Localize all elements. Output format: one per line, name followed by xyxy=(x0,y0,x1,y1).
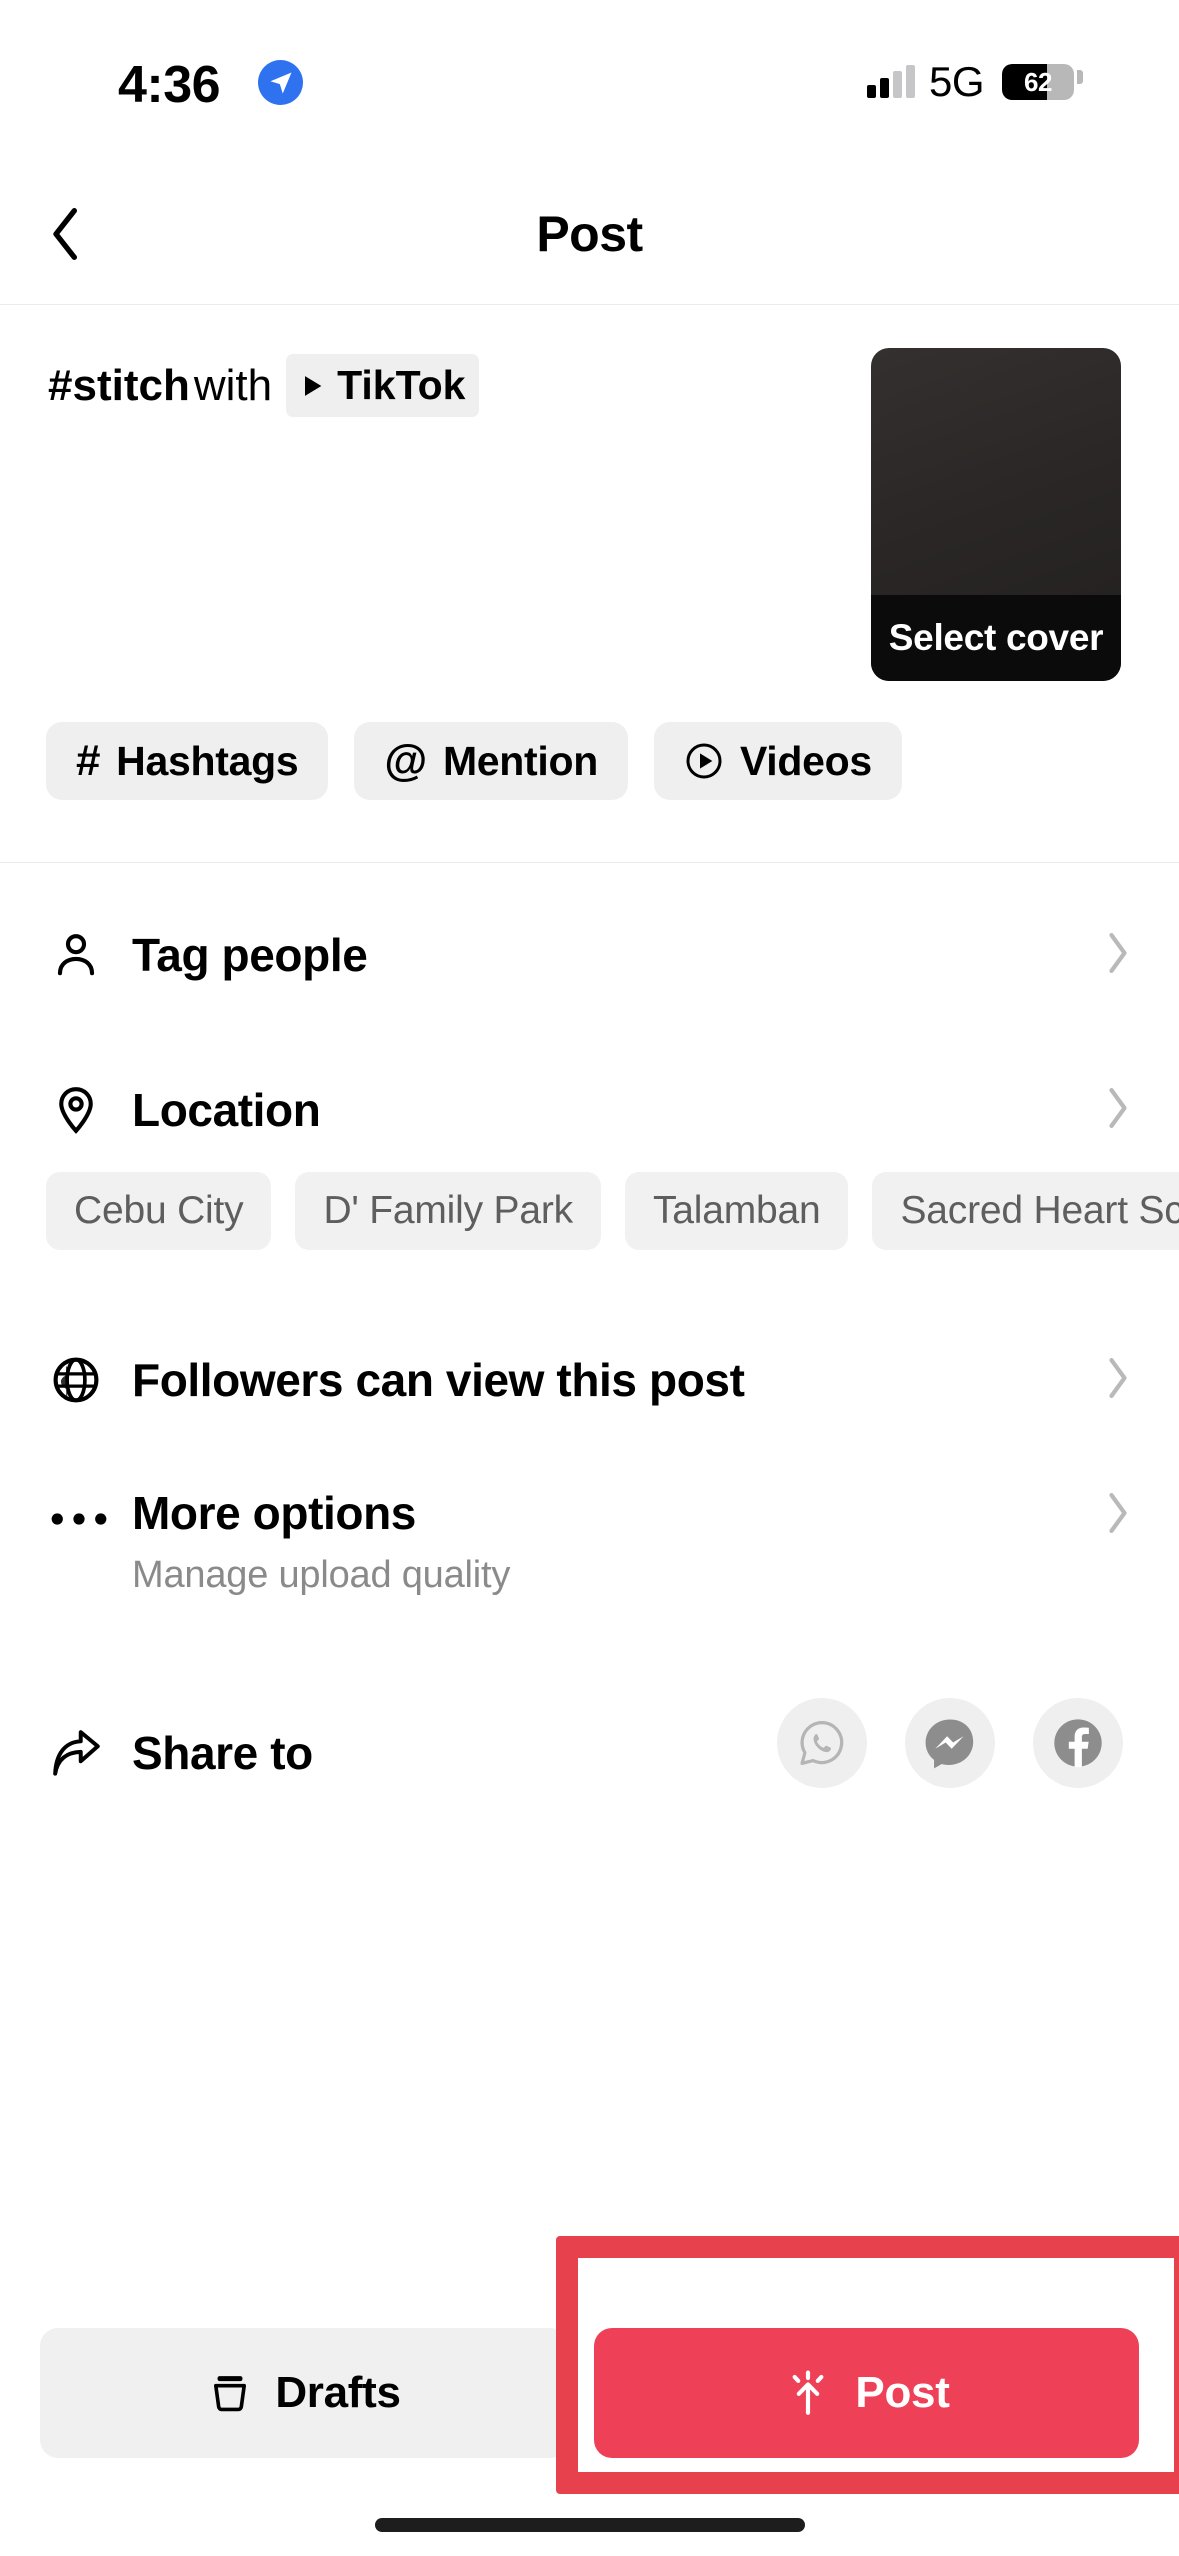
location-suggestion-chip[interactable]: D' Family Park xyxy=(295,1172,601,1250)
tiktok-post-screen: 4:36 5G 62 Post #stitch with TikTok Sele… xyxy=(0,0,1179,2556)
share-target-messenger[interactable] xyxy=(905,1698,995,1788)
location-suggestions: Cebu City D' Family Park Talamban Sacred… xyxy=(46,1172,1179,1250)
drafts-button[interactable]: Drafts xyxy=(40,2328,568,2458)
chevron-right-icon xyxy=(1105,1490,1131,1541)
row-privacy[interactable]: Followers can view this post xyxy=(0,1325,1179,1435)
mention-chip[interactable]: @ Mention xyxy=(354,722,628,800)
select-cover-label: Select cover xyxy=(871,595,1121,681)
chevron-right-icon xyxy=(1105,930,1131,981)
globe-icon xyxy=(50,1354,110,1406)
chevron-right-icon xyxy=(1105,1085,1131,1136)
location-label: Location xyxy=(132,1084,321,1136)
row-location[interactable]: Location xyxy=(0,1055,1179,1165)
share-target-whatsapp[interactable] xyxy=(777,1698,867,1788)
post-button[interactable]: Post xyxy=(594,2328,1139,2458)
chevron-right-icon xyxy=(1105,1355,1131,1406)
more-options-subtitle: Manage upload quality xyxy=(132,1554,511,1596)
location-suggestion-chip[interactable]: Sacred Heart Scho xyxy=(872,1172,1179,1250)
map-pin-icon xyxy=(50,1084,110,1136)
videos-chip-label: Videos xyxy=(740,737,872,784)
caption-hashtag: #stitch xyxy=(48,361,190,411)
battery-icon: 62 xyxy=(1002,64,1074,100)
hashtags-chip[interactable]: # Hashtags xyxy=(46,722,329,800)
sparkle-upload-icon xyxy=(793,2370,824,2415)
caption-with-word: with xyxy=(193,361,273,411)
hashtag-icon: # xyxy=(76,736,101,785)
location-suggestion-chip[interactable]: Cebu City xyxy=(46,1172,272,1250)
navigation-header: Post xyxy=(0,160,1179,305)
person-icon xyxy=(50,929,110,981)
more-options-label: More options xyxy=(132,1487,416,1539)
stitch-source-label: TikTok xyxy=(337,362,466,408)
cellular-signal-icon xyxy=(866,65,915,98)
stitch-source-chip[interactable]: TikTok xyxy=(286,354,480,418)
location-suggestion-chip[interactable]: Talamban xyxy=(624,1172,849,1250)
share-to-label: Share to xyxy=(132,1727,313,1779)
home-indicator xyxy=(374,2518,805,2532)
play-triangle-icon xyxy=(305,375,322,396)
location-arrow-icon xyxy=(258,60,303,105)
drafts-box-icon xyxy=(214,2376,247,2412)
page-title: Post xyxy=(536,206,643,262)
caption-input[interactable]: #stitch with TikTok xyxy=(48,354,848,418)
drafts-button-label: Drafts xyxy=(275,2368,401,2417)
facebook-icon xyxy=(1054,1719,1102,1768)
row-tag-people[interactable]: Tag people xyxy=(0,900,1179,1010)
caption-section: #stitch with TikTok Select cover # Hasht… xyxy=(0,306,1179,863)
whatsapp-icon xyxy=(800,1721,844,1765)
status-bar: 4:36 5G 62 xyxy=(0,0,1179,160)
row-more-options[interactable]: More options Manage upload quality xyxy=(0,1482,1179,1652)
hashtags-chip-label: Hashtags xyxy=(116,737,299,784)
share-targets xyxy=(777,1698,1123,1788)
battery-tip xyxy=(1077,70,1083,84)
network-type-label: 5G xyxy=(928,58,985,105)
cover-thumbnail[interactable]: Select cover xyxy=(871,348,1121,681)
status-bar-indicators: 5G 62 xyxy=(866,58,1074,106)
privacy-label: Followers can view this post xyxy=(132,1354,745,1406)
play-circle-icon xyxy=(686,743,722,779)
ellipsis-icon xyxy=(50,1508,110,1530)
at-sign-icon: @ xyxy=(384,736,427,785)
share-arrow-icon xyxy=(50,1730,110,1780)
battery-percent-label: 62 xyxy=(1024,66,1052,97)
status-bar-time: 4:36 xyxy=(118,56,221,114)
share-target-facebook[interactable] xyxy=(1033,1698,1123,1788)
videos-chip[interactable]: Videos xyxy=(654,722,902,800)
caption-tools-row: # Hashtags @ Mention Videos xyxy=(46,722,902,800)
mention-chip-label: Mention xyxy=(442,737,598,784)
post-button-label: Post xyxy=(855,2368,950,2417)
tag-people-label: Tag people xyxy=(132,929,368,981)
messenger-icon xyxy=(925,1719,974,1769)
